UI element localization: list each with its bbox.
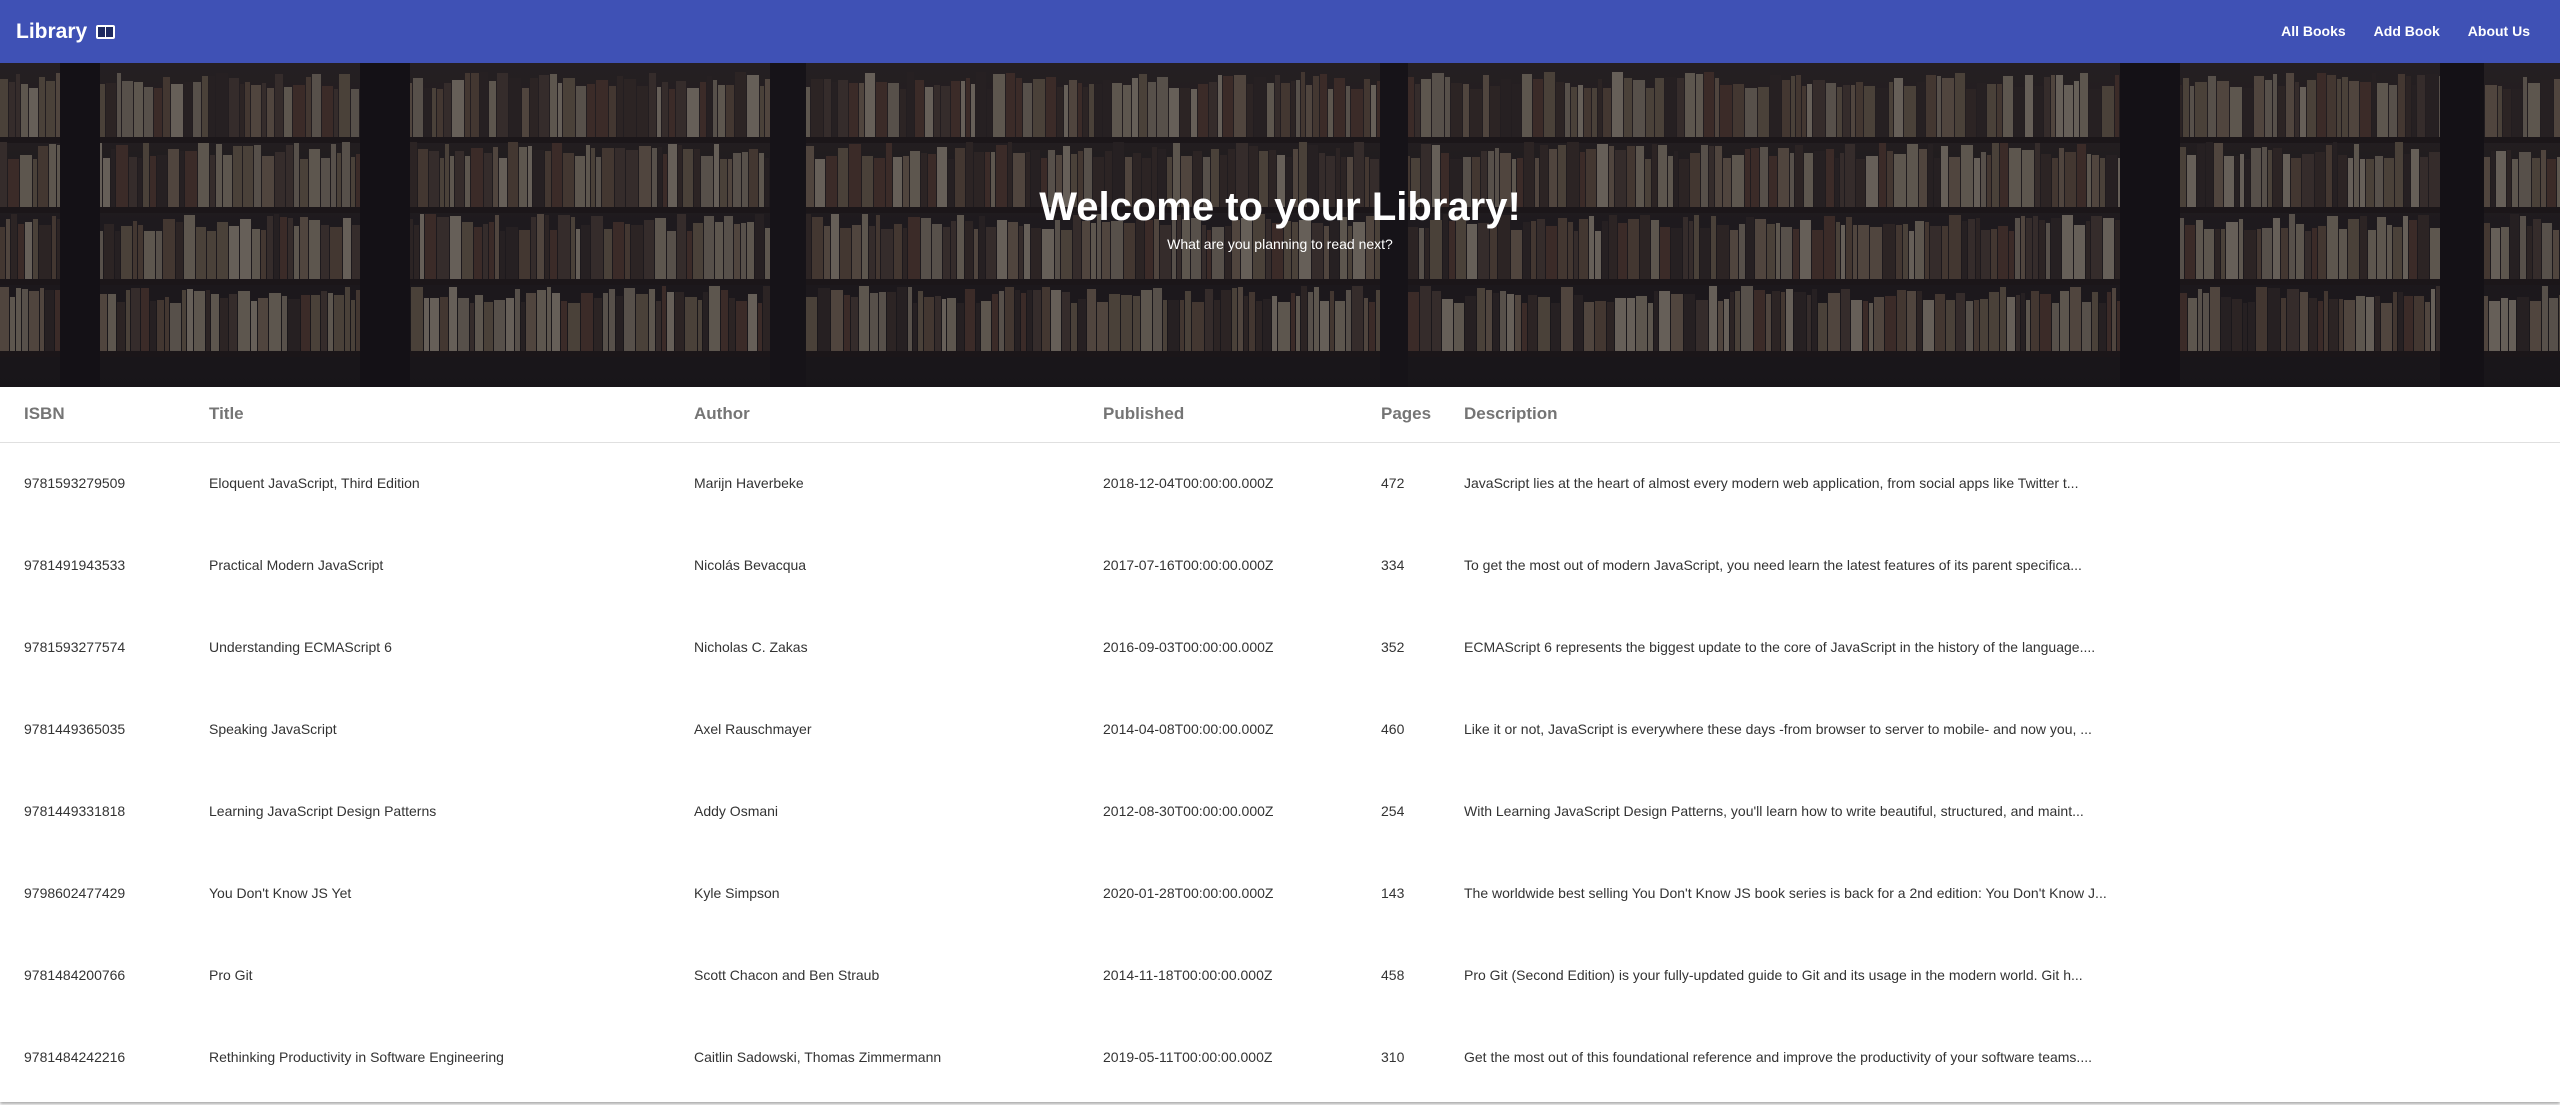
cell-author: Kyle Simpson (694, 885, 780, 901)
cell-description: To get the most out of modern JavaScript… (1464, 557, 2082, 573)
hero-subtitle: What are you planning to read next? (1167, 236, 1393, 252)
cell-author: Axel Rauschmayer (694, 721, 812, 737)
cell-title: Learning JavaScript Design Patterns (209, 803, 437, 819)
cell-description: Get the most out of this foundational re… (1464, 1049, 2092, 1065)
header-isbn[interactable]: ISBN (0, 387, 185, 443)
cell-pages: 334 (1381, 557, 1405, 573)
table-row[interactable]: 9781449365035 Speaking JavaScript Axel Rau… (0, 688, 2560, 770)
books-table-container: ISBN Title Author Published Pages Descri… (0, 387, 2560, 1102)
header-author[interactable]: Author (670, 387, 1079, 443)
cell-isbn: 9798602477429 (24, 885, 126, 901)
cell-description: JavaScript lies at the heart of almost e… (1464, 475, 2079, 492)
cell-isbn: 9781449331818 (24, 803, 126, 819)
books-table: ISBN Title Author Published Pages Descri… (0, 387, 2560, 1098)
open-book-icon (95, 23, 116, 41)
cell-isbn: 9781491943533 (24, 557, 126, 573)
brand[interactable]: Library (16, 20, 116, 44)
nav-link-all-books[interactable]: All Books (2267, 0, 2360, 63)
cell-title: Practical Modern JavaScript (209, 557, 384, 573)
cell-pages: 254 (1381, 803, 1405, 819)
cell-isbn: 9781484242216 (24, 1049, 126, 1065)
cell-description: The worldwide best selling You Don't Kno… (1464, 885, 2107, 901)
table-row[interactable]: 9781449331818 Learning JavaScript Design … (0, 770, 2560, 852)
cell-pages: 458 (1381, 967, 1405, 983)
cell-pages: 310 (1381, 1049, 1405, 1065)
cell-published: 2019-05-11T00:00:00.000Z (1103, 1049, 1273, 1065)
table-row[interactable]: 9781593277574 Understanding ECMAScript 6 N… (0, 606, 2560, 688)
nav-links: All Books Add Book About Us (2267, 0, 2544, 63)
cell-pages: 460 (1381, 721, 1405, 737)
cell-description: ECMAScript 6 represents the biggest upda… (1464, 639, 2096, 655)
cell-isbn: 9781449365035 (24, 721, 126, 737)
cell-published: 2014-04-08T00:00:00.000Z (1103, 721, 1274, 737)
cell-isbn: 9781593279509 (24, 475, 126, 492)
header-pages[interactable]: Pages (1357, 387, 1440, 443)
cell-description: With Learning JavaScript Design Patterns… (1464, 803, 2084, 819)
nav-link-add-book[interactable]: Add Book (2360, 0, 2454, 63)
cell-published: 2020-01-28T00:00:00.000Z (1103, 885, 1274, 901)
table-row[interactable]: 9781593279509 Eloquent JavaScript, Third … (0, 442, 2560, 524)
cell-author: Addy Osmani (694, 803, 779, 819)
cell-title: Rethinking Productivity in Software Engi… (209, 1049, 504, 1065)
cell-author: Caitlin Sadowski, Thomas Zimmermann (694, 1049, 942, 1065)
cell-title: Speaking JavaScript (209, 721, 337, 737)
hero-text: Welcome to your Library! What are you pl… (0, 183, 2560, 253)
hero-banner: Welcome to your Library! What are you pl… (0, 63, 2560, 387)
table-row[interactable]: 9781484242216 Rethinking Productivity in … (0, 1016, 2560, 1098)
cell-description: Like it or not, JavaScript is everywhere… (1464, 721, 2092, 737)
top-navbar: Library All Books Add Book About Us (0, 0, 2560, 63)
cell-description: Pro Git (Second Edition) is your fully-u… (1464, 967, 2083, 983)
cell-title: Eloquent JavaScript, Third Edition (209, 475, 420, 492)
cell-author: Nicholas C. Zakas (694, 639, 808, 655)
cell-author: Marijn Haverbeke (694, 475, 804, 492)
header-description[interactable]: Description (1440, 387, 2560, 443)
cell-published: 2018-12-04T00:00:00.000Z (1103, 475, 1274, 492)
nav-link-about-us[interactable]: About Us (2454, 0, 2544, 63)
cell-isbn: 9781593277574 (24, 639, 126, 655)
table-row[interactable]: 9798602477429 You Don't Know JS Yet Kyle S… (0, 852, 2560, 934)
cell-published: 2012-08-30T00:00:00.000Z (1103, 803, 1274, 819)
cell-title: Understanding ECMAScript 6 (209, 639, 392, 655)
brand-label: Library (16, 19, 88, 43)
hero-title: Welcome to your Library! (1039, 185, 1521, 229)
cell-title: You Don't Know JS Yet (209, 885, 352, 901)
cell-author: Nicolás Bevacqua (694, 557, 807, 573)
table-row[interactable]: 9781484200766 Pro Git Scott Chacon and Ben… (0, 934, 2560, 1016)
header-published[interactable]: Published (1079, 387, 1357, 443)
cell-isbn: 9781484200766 (24, 967, 126, 983)
cell-published: 2016-09-03T00:00:00.000Z (1103, 639, 1274, 655)
cell-author: Scott Chacon and Ben Straub (694, 967, 880, 983)
table-row[interactable]: 9781491943533 Practical Modern JavaScript… (0, 524, 2560, 606)
cell-published: 2014-11-18T00:00:00.000Z (1103, 967, 1273, 983)
cell-pages: 472 (1381, 475, 1405, 492)
cell-pages: 352 (1381, 639, 1405, 655)
table-body: 9781593279509 Eloquent JavaScript, Third … (0, 442, 2560, 1098)
cell-published: 2017-07-16T00:00:00.000Z (1103, 557, 1274, 573)
cell-title: Pro Git (209, 967, 253, 983)
cell-pages: 143 (1381, 885, 1405, 901)
table-header-row: ISBN Title Author Published Pages Descri… (0, 387, 2560, 443)
header-title[interactable]: Title (185, 387, 670, 443)
